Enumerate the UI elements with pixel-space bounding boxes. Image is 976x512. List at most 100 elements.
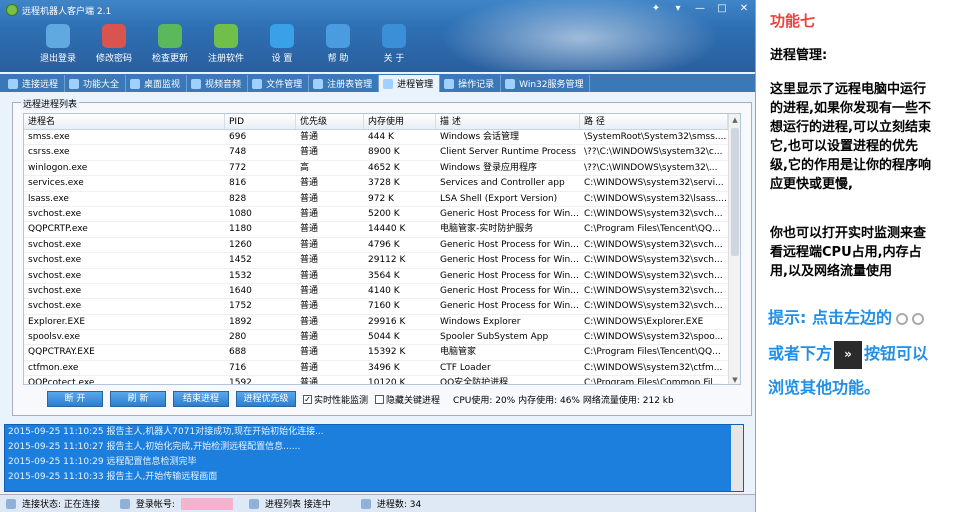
close-button[interactable]: ✕ bbox=[736, 3, 752, 15]
table-row[interactable]: lsass.exe 828 普通 972 K LSA Shell (Export Ver… bbox=[24, 192, 740, 207]
account-label: 登录帐号: bbox=[135, 500, 175, 510]
menu-icon[interactable]: ▾ bbox=[670, 3, 686, 15]
table-row[interactable]: QQPcotect.exe 1592 普通 10120 K QQ安全防护进程 C:\Pro… bbox=[24, 376, 740, 385]
tab-icon bbox=[252, 78, 263, 89]
kill-process-button[interactable]: 结束进程 bbox=[173, 391, 229, 407]
tab-item[interactable]: 功能大全 bbox=[65, 75, 127, 92]
table-cell: C:\WINDOWS\system32\svch... bbox=[584, 301, 723, 312]
table-cell: 15392 K bbox=[368, 347, 406, 358]
feature-paragraph-1: 这里显示了远程电脑中运行 的进程,如果你发现有一些不 想运行的进程,可以立刻结束 它,… bbox=[770, 80, 931, 194]
disconnect-button[interactable]: 断 开 bbox=[47, 391, 103, 407]
tab-label: 文件管理 bbox=[266, 80, 303, 90]
toolbar-button[interactable]: 帮 助 bbox=[310, 22, 366, 68]
refresh-button[interactable]: 刷 新 bbox=[110, 391, 166, 407]
count-icon bbox=[360, 498, 371, 509]
skin-icon[interactable]: ✦ bbox=[648, 3, 664, 15]
table-cell: \??\C:\WINDOWS\system32\c... bbox=[584, 147, 723, 158]
toolbar-button-label: 设 置 bbox=[271, 54, 293, 64]
table-row[interactable]: services.exe 816 普通 3728 K Services and Cont… bbox=[24, 176, 740, 192]
table-row[interactable]: svchost.exe 1640 普通 4140 K Generic Host Proc… bbox=[24, 284, 740, 300]
table-cell: C:\Program Files\Tencent\QQ... bbox=[584, 347, 721, 358]
tab-item[interactable]: 操作记录 bbox=[440, 75, 502, 92]
scroll-down-icon[interactable]: ▼ bbox=[729, 374, 740, 384]
table-row[interactable]: winlogon.exe 772 高 4652 K Windows 登录应用程序 \??\… bbox=[24, 161, 740, 177]
table-row[interactable]: svchost.exe 1080 普通 5200 K Generic Host Proc… bbox=[24, 207, 740, 223]
log-line: 2015-09-25 11:10:33 报告主人,开始传输远程画面 bbox=[8, 472, 218, 482]
column-header[interactable]: 内存使用 bbox=[364, 114, 436, 129]
column-header[interactable]: 路 径 bbox=[580, 114, 728, 129]
main-toolbar: 退出登录 修改密码 检查更新 注册软件 设 置 帮 助 关 于 bbox=[30, 22, 422, 68]
tab-item[interactable]: 桌面监视 bbox=[126, 75, 188, 92]
table-row[interactable]: svchost.exe 1260 普通 4796 K Generic Host Proc… bbox=[24, 238, 740, 254]
tab-item[interactable]: 进程管理 bbox=[379, 75, 441, 92]
table-cell: C:\WINDOWS\system32\ctfm... bbox=[584, 362, 723, 373]
title-bar: 远程机器人客户端 2.1 ✦ ▾ — □ ✕ 退出登录 修改密码 检查更新 注册软件 设… bbox=[0, 0, 755, 72]
tab-item[interactable]: 视频音频 bbox=[187, 75, 249, 92]
table-row[interactable]: QQPCRTP.exe 1180 普通 14440 K 电脑管家-实时防护服务 C:\Pr… bbox=[24, 222, 740, 238]
table-cell: 5200 K bbox=[368, 208, 400, 219]
toolbar-button[interactable]: 检查更新 bbox=[142, 22, 198, 68]
table-cell: 1892 bbox=[229, 316, 252, 327]
column-header[interactable]: 描 述 bbox=[436, 114, 580, 129]
table-cell: 14440 K bbox=[368, 224, 406, 235]
toolbar-button[interactable]: 注册软件 bbox=[198, 22, 254, 68]
table-row[interactable]: smss.exe 696 普通 444 K Windows 会话管理 \SystemRoo… bbox=[24, 130, 740, 146]
column-header[interactable]: 优先级 bbox=[296, 114, 364, 129]
table-cell: QQPCTRAY.EXE bbox=[28, 347, 95, 358]
tab-label: 视频音频 bbox=[205, 80, 242, 90]
toolbar-button[interactable]: 关 于 bbox=[366, 22, 422, 68]
table-cell: 4140 K bbox=[368, 285, 400, 296]
scroll-thumb[interactable] bbox=[731, 128, 739, 256]
about-icon bbox=[382, 24, 406, 48]
tab-item[interactable]: Win32服务管理 bbox=[501, 75, 591, 92]
table-row[interactable]: Explorer.EXE 1892 普通 29916 K Windows Explore… bbox=[24, 315, 740, 331]
table-scrollbar[interactable]: ▲ ▼ bbox=[728, 114, 740, 384]
table-cell: C:\WINDOWS\system32\svch... bbox=[584, 208, 723, 219]
hide-key-process-checkbox[interactable]: 隐藏关键进程 bbox=[375, 393, 440, 406]
toolbar-button[interactable]: 退出登录 bbox=[30, 22, 86, 68]
table-row[interactable]: spoolsv.exe 280 普通 5044 K Spooler SubSystem … bbox=[24, 330, 740, 346]
log-scrollbar[interactable] bbox=[731, 425, 743, 491]
table-cell: C:\WINDOWS\system32\svch... bbox=[584, 239, 723, 250]
toolbar-button[interactable]: 设 置 bbox=[254, 22, 310, 68]
tip-line-2: 或者下方» 按钮可以 bbox=[768, 338, 928, 369]
paragraph-line: 这里显示了远程电脑中运行 bbox=[770, 82, 927, 97]
account-icon bbox=[119, 498, 130, 509]
table-row[interactable]: QQPCTRAY.EXE 688 普通 15392 K 电脑管家 C:\Program F… bbox=[24, 345, 740, 361]
page-dot-icon[interactable] bbox=[895, 312, 908, 325]
realtime-monitor-checkbox[interactable]: ✓ 实时性能监测 bbox=[303, 393, 368, 406]
table-row[interactable]: svchost.exe 1532 普通 3564 K Generic Host Proc… bbox=[24, 269, 740, 284]
tab-icon bbox=[130, 78, 141, 89]
tab-item[interactable]: 文件管理 bbox=[248, 75, 310, 92]
tab-icon bbox=[383, 78, 394, 89]
table-cell: 普通 bbox=[300, 132, 319, 142]
process-priority-button[interactable]: 进程优先级 bbox=[236, 391, 296, 407]
table-cell: C:\Program Files\Common Fil... bbox=[584, 378, 722, 385]
next-button[interactable]: » bbox=[834, 340, 863, 369]
table-row[interactable]: svchost.exe 1752 普通 7160 K Generic Host Proc… bbox=[24, 299, 740, 315]
maximize-button[interactable]: □ bbox=[714, 3, 730, 15]
column-header[interactable]: PID bbox=[225, 114, 296, 129]
tab-item[interactable]: 连接远程 bbox=[4, 75, 66, 92]
table-cell: Generic Host Process for Win... bbox=[440, 239, 579, 250]
table-row[interactable]: svchost.exe 1452 普通 29112 K Generic Host Pro… bbox=[24, 253, 740, 269]
table-cell: 4652 K bbox=[368, 162, 400, 173]
table-row[interactable]: ctfmon.exe 716 普通 3496 K CTF Loader C:\WINDOW… bbox=[24, 361, 740, 377]
table-cell: C:\WINDOWS\system32\svch... bbox=[584, 285, 723, 296]
scroll-up-icon[interactable]: ▲ bbox=[729, 114, 740, 126]
table-cell: ctfmon.exe bbox=[28, 362, 79, 373]
table-cell: smss.exe bbox=[28, 132, 70, 142]
page-dot-icon[interactable] bbox=[911, 312, 924, 325]
table-cell: Generic Host Process for Win... bbox=[440, 208, 579, 219]
table-cell: 7160 K bbox=[368, 301, 400, 312]
tab-item[interactable]: 注册表管理 bbox=[309, 75, 380, 92]
table-cell: 8900 K bbox=[368, 147, 400, 158]
table-cell: Explorer.EXE bbox=[28, 316, 86, 327]
column-header[interactable]: 进程名 bbox=[24, 114, 225, 129]
table-cell: 1452 bbox=[229, 255, 252, 266]
minimize-button[interactable]: — bbox=[692, 3, 708, 15]
table-row[interactable]: csrss.exe 748 普通 8900 K Client Server Runtim… bbox=[24, 145, 740, 161]
settings-gear-icon bbox=[270, 24, 294, 48]
panel-legend: 远程进程列表 bbox=[21, 97, 80, 110]
toolbar-button[interactable]: 修改密码 bbox=[86, 22, 142, 68]
